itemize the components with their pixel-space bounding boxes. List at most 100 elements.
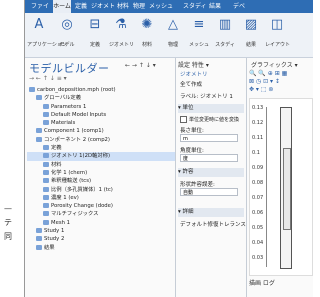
- physics-button[interactable]: △ 物理: [161, 15, 185, 55]
- ribbon-tab-bar: ファイル ホーム 定義 ジオメトリ 材料 物理 メッシュ スタディ 結果 デベロ…: [25, 0, 313, 36]
- tab-home[interactable]: ホーム: [53, 0, 71, 13]
- tree-item[interactable]: Mesh 1: [27, 219, 175, 227]
- angle-unit-select[interactable]: 度: [180, 154, 238, 162]
- tab-results[interactable]: デベロッパー: [233, 0, 247, 36]
- tree-item[interactable]: Component 1 (comp1): [27, 127, 175, 135]
- detail-section-header[interactable]: ▾ 詳細: [178, 208, 244, 217]
- settings-panel: 設定 特性 ▾ ジオメトリ 全て作成 ラベル: ジオメトリ 1 ▾ 単位 単位変…: [176, 58, 247, 297]
- y-tick-label: 0.11: [252, 135, 264, 141]
- tree-item[interactable]: 結果: [27, 244, 175, 252]
- results-button[interactable]: ▨ 結果: [239, 15, 263, 55]
- tree-item-label: グローバル定義: [44, 95, 82, 102]
- tree-item[interactable]: 比例（多孔質媒体）1 (tc): [27, 186, 175, 194]
- doc-text-line-1: —: [4, 204, 12, 213]
- tab-multiphysics[interactable]: メッシュ: [149, 0, 181, 13]
- y-tick-label: 0.1: [252, 150, 260, 156]
- graphics-canvas[interactable]: 0.13 0.12 0.11 0.1 0.09 0.08 0.07 0.06 0.05 0.04 0…: [249, 98, 313, 276]
- y-tick-label: 0.13: [252, 105, 264, 111]
- tree-item[interactable]: グローバル定義: [27, 94, 175, 102]
- tab-study[interactable]: 結果: [209, 0, 231, 13]
- tree-node-icon: [36, 228, 42, 234]
- tree-item[interactable]: ジオメトリ 1(2D軸対称): [27, 152, 175, 161]
- model-builder-title: モデルビルダー: [29, 62, 110, 75]
- tree-node-icon: [43, 186, 49, 192]
- tree-node-icon: [43, 153, 49, 159]
- tab-materials[interactable]: 材料: [117, 0, 131, 13]
- mesh-button[interactable]: ≡ メッシュ: [187, 15, 211, 55]
- materials-button[interactable]: ✺ 材料: [135, 15, 159, 55]
- tree-item[interactable]: Porosity Change (dode): [27, 202, 175, 210]
- tree-item[interactable]: Default Model Inputs: [27, 111, 175, 119]
- tree-item[interactable]: Study 2: [27, 235, 175, 243]
- background-frame: [0, 82, 25, 297]
- tree-item[interactable]: 定義: [27, 144, 175, 152]
- geometry-button[interactable]: ⚗ ジオメトリ: [109, 15, 134, 55]
- geometry-inner-domain: [283, 148, 291, 230]
- ribbon-toolbar: A アプリケーション ◎ モデル ⊟ 定義 ⚗ ジオメトリ ✺ 材料 △ 物理 …: [25, 13, 313, 58]
- tree-item-label: 希釈種輸送 (tcs): [51, 178, 92, 185]
- tree-item-label: Study 1: [44, 228, 65, 235]
- application-builder-label: アプリケーション: [27, 42, 67, 48]
- tree-item[interactable]: carbon_deposition.mph (root): [27, 86, 175, 94]
- y-tick-label: 0.05: [252, 225, 264, 231]
- build-all-button[interactable]: 全て作成: [180, 80, 202, 88]
- tree-node-icon: [43, 161, 49, 167]
- tree-node-icon: [29, 87, 35, 92]
- tab-mesh[interactable]: スタディ: [183, 0, 207, 13]
- plot-y-axis: [266, 107, 267, 267]
- length-unit-label: 長さ単位:: [180, 128, 204, 134]
- model-builder-toolbar[interactable]: → ← ↑ ↓ ≡ ▾: [29, 75, 67, 83]
- tree-item[interactable]: 材料: [27, 161, 175, 169]
- study-button[interactable]: ▥ スタディ: [213, 15, 237, 55]
- model-button[interactable]: ◎ モデル: [55, 15, 79, 55]
- tree-item-label: Materials: [51, 120, 76, 127]
- tab-geometry[interactable]: ジオメトリ: [91, 0, 115, 23]
- tree-node-icon: [43, 178, 49, 184]
- tree-item-label: ジオメトリ 1(2D軸対称): [51, 153, 111, 160]
- definitions-button[interactable]: ⊟ 定義: [83, 15, 107, 55]
- tab-physics[interactable]: 物理: [133, 0, 147, 13]
- mesh-icon: ≡: [193, 17, 205, 32]
- tree-item-label: Default Model Inputs: [51, 111, 107, 118]
- angle-unit-label: 角度単位:: [180, 148, 204, 154]
- tree-node-icon: [43, 169, 49, 175]
- graphics-toolbar[interactable]: 🔍 🔍 ⊕ ⊞ ▦ ⊠ ◷ ⊡ ▾ ↕ ✥ ▾ ⬚ ⊚: [249, 70, 311, 96]
- tree-item-label: 結果: [44, 244, 55, 251]
- application-builder-button[interactable]: A アプリケーション: [27, 15, 67, 55]
- tree-item-label: 定義: [51, 145, 62, 152]
- units-section-header[interactable]: ▾ 単位: [178, 104, 244, 113]
- tree-item[interactable]: Study 1: [27, 227, 175, 235]
- tab-definitions[interactable]: 定義: [75, 0, 89, 13]
- tree-node-icon: [36, 95, 42, 101]
- tree-item[interactable]: 化学 1 (chem): [27, 169, 175, 177]
- graphics-bottom-tabs[interactable]: 描画 ログ: [249, 278, 275, 287]
- results-label: 結果: [245, 42, 256, 48]
- layout-label: レイアウト: [265, 42, 291, 48]
- tree-node-icon: [36, 244, 42, 250]
- tree-item[interactable]: Parameters 1: [27, 103, 175, 111]
- tree-item-label: 材料: [51, 161, 62, 168]
- study-icon: ▥: [218, 17, 232, 32]
- layout-button[interactable]: ◫ レイアウト: [265, 15, 291, 55]
- tree-node-icon: [43, 120, 49, 126]
- y-tick-label: 0.08: [252, 180, 264, 186]
- length-unit-select[interactable]: m: [180, 134, 238, 142]
- label-field[interactable]: ラベル: ジオメトリ 1: [180, 92, 233, 100]
- model-label: モデル: [59, 42, 75, 48]
- scale-values-checkbox[interactable]: 単位変更時に値を変換: [180, 116, 239, 123]
- settings-tabs[interactable]: 設定 特性 ▾: [178, 60, 209, 69]
- tree-item[interactable]: コンポーネント 2 (comp2): [27, 136, 175, 144]
- layout-icon: ◫: [270, 17, 284, 32]
- graphics-tabs[interactable]: グラフィックス ▾: [251, 60, 298, 69]
- panel-header-icons[interactable]: ← → ↑ ↓ ▾: [125, 62, 156, 69]
- tree-item[interactable]: 希釈種輸送 (tcs): [27, 177, 175, 185]
- tolerance-section-header[interactable]: ▾ 許容: [178, 168, 244, 177]
- tree-item[interactable]: マルチフィジックス: [27, 210, 175, 218]
- y-tick-label: 0.04: [252, 240, 264, 246]
- tree-node-icon: [36, 236, 42, 242]
- y-tick-label: 0.09: [252, 165, 264, 171]
- tab-file[interactable]: ファイル: [31, 0, 51, 23]
- tree-item[interactable]: Materials: [27, 119, 175, 127]
- tolerance-select[interactable]: 自動: [180, 188, 238, 196]
- tree-item[interactable]: 濃度 1 (ev): [27, 194, 175, 202]
